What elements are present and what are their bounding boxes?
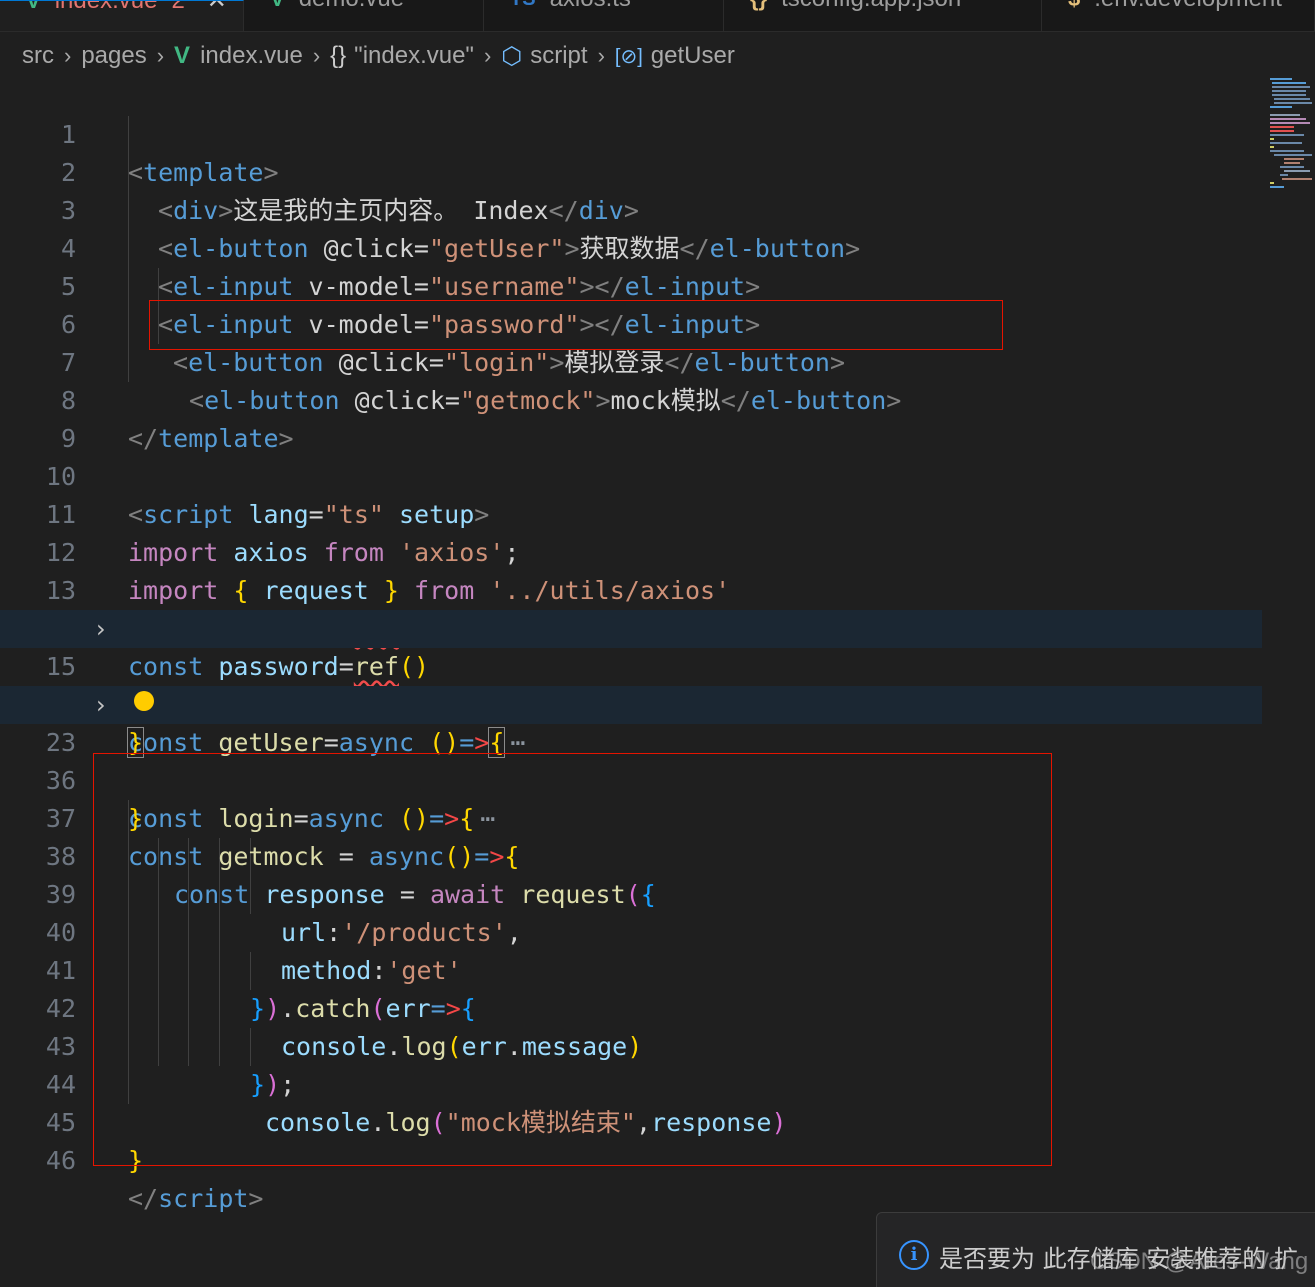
code-line: 3 <el-button @click="getUser">获取数据</el-b… bbox=[0, 154, 1262, 263]
vue-file-icon: V bbox=[26, 0, 41, 13]
chevron-right-icon: › bbox=[597, 43, 605, 68]
breadcrumb-pages[interactable]: pages bbox=[81, 42, 146, 70]
code-line: 1 <template> bbox=[0, 78, 1262, 187]
watermark: CSDN @Ares-Wang bbox=[1090, 1248, 1309, 1275]
code-line: 13 const username=ref() bbox=[0, 534, 1262, 643]
breadcrumb-src[interactable]: src bbox=[22, 42, 54, 70]
code-line: 9 bbox=[0, 382, 1262, 453]
lightbulb-icon[interactable] bbox=[134, 691, 154, 711]
braces-icon: {} bbox=[330, 42, 347, 69]
chevron-right-icon: › bbox=[64, 43, 72, 68]
chevron-right-icon[interactable]: › bbox=[96, 686, 106, 724]
chevron-right-icon[interactable]: › bbox=[96, 610, 106, 648]
tab-label: .env.development bbox=[1094, 0, 1282, 13]
problem-count-badge: 2 bbox=[171, 0, 185, 14]
code-line: 22 } bbox=[0, 648, 1262, 758]
breadcrumb-script[interactable]: script bbox=[530, 42, 587, 70]
code-line-folded: 15 › const getUser=async ()=>{⋯ bbox=[0, 610, 1262, 758]
code-line: 10 <script lang="ts" setup> bbox=[0, 420, 1262, 529]
tab-index-vue[interactable]: V index.vue 2 ✕ bbox=[0, 0, 244, 31]
tab-tsconfig-app-json[interactable]: {} tsconfig.app.json bbox=[724, 0, 1042, 31]
breadcrumb-block[interactable]: "index.vue" bbox=[354, 42, 474, 70]
tab-label: index.vue bbox=[54, 0, 158, 14]
code-line: 11 import axios from 'axios'; bbox=[0, 458, 1262, 567]
vue-file-icon: V bbox=[270, 0, 285, 12]
chevron-right-icon: › bbox=[312, 43, 321, 68]
code-line-folded: 23 › const login=async ()=>{⋯ bbox=[0, 686, 1262, 833]
highlight-box-template bbox=[149, 300, 1003, 350]
editor-tab-strip: V index.vue 2 ✕ V demo.vue TS axios.ts {… bbox=[0, 0, 1315, 32]
tab-axios-ts[interactable]: TS axios.ts bbox=[484, 0, 724, 31]
tab-label: demo.vue bbox=[299, 0, 404, 13]
vue-file-icon: V bbox=[174, 42, 191, 69]
breadcrumb: src › pages › V index.vue › {} "index.vu… bbox=[22, 38, 735, 74]
minimap[interactable] bbox=[1262, 76, 1315, 1226]
line-number: 46 bbox=[45, 1146, 76, 1175]
code-line: 14 const password=ref() bbox=[0, 572, 1262, 681]
typescript-file-icon: TS bbox=[510, 0, 536, 11]
breadcrumb-file[interactable]: index.vue bbox=[200, 42, 303, 70]
code-line: 12 import { request } from '../utils/axi… bbox=[0, 496, 1262, 605]
highlight-box-script bbox=[93, 753, 1052, 1166]
code-line: 5 <el-input v-model="password"></el-inpu… bbox=[0, 230, 1262, 339]
chevron-right-icon: › bbox=[156, 43, 165, 68]
code-line: 2 <div>这是我的主页内容。 Index</div> bbox=[0, 116, 1262, 225]
close-icon[interactable]: ✕ bbox=[207, 1, 227, 15]
tab-label: axios.ts bbox=[550, 0, 631, 13]
code-line: 4 <el-input v-model="username"></el-inpu… bbox=[0, 192, 1262, 301]
tab-env-development[interactable]: $ .env.development bbox=[1042, 0, 1315, 31]
tab-demo-vue[interactable]: V demo.vue bbox=[244, 0, 484, 31]
cube-icon: ⬡ bbox=[501, 42, 523, 70]
info-icon: i bbox=[899, 1240, 929, 1270]
json-file-icon: {} bbox=[750, 0, 767, 12]
env-file-icon: $ bbox=[1068, 0, 1080, 12]
breadcrumb-function[interactable]: getUser bbox=[651, 42, 735, 70]
variable-icon: [⊘] bbox=[614, 45, 643, 68]
chevron-right-icon: › bbox=[483, 43, 492, 68]
tab-label: tsconfig.app.json bbox=[781, 0, 961, 13]
